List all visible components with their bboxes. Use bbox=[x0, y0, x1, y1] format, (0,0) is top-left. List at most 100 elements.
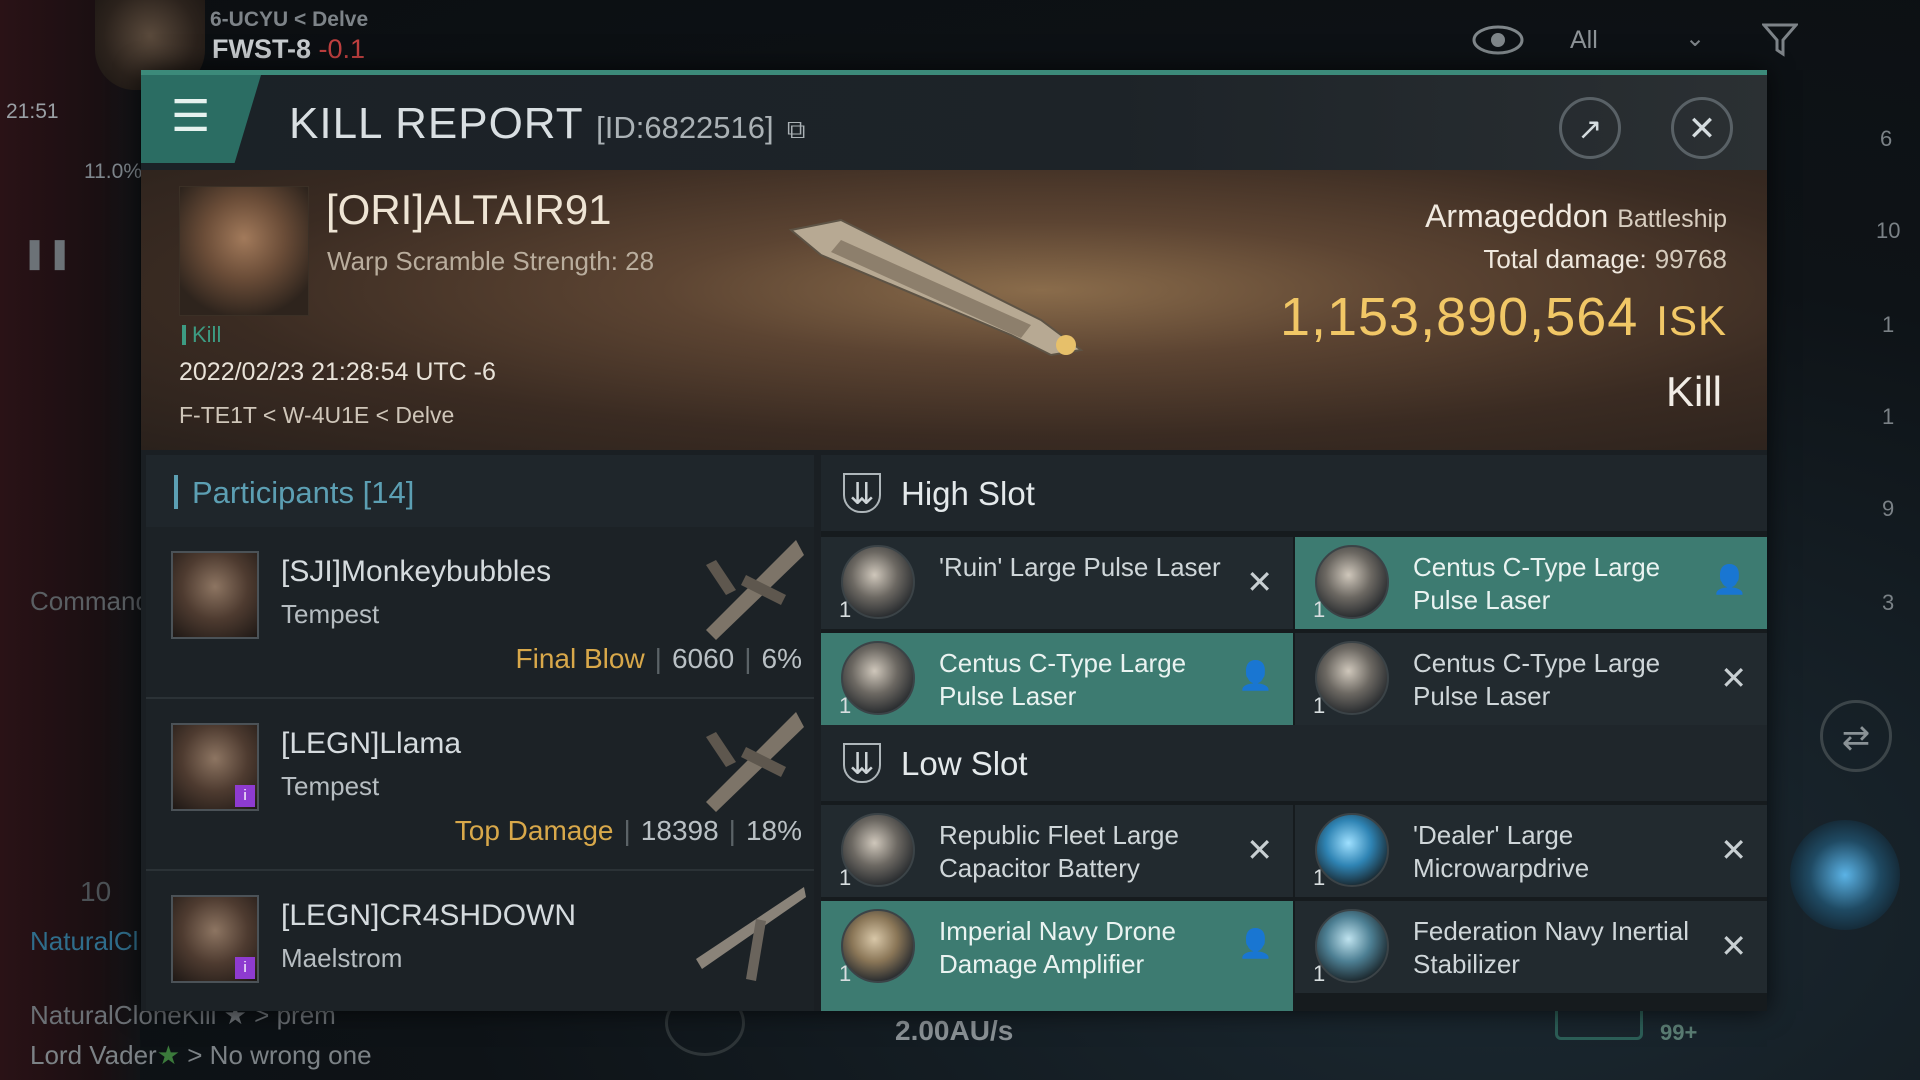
right-count-5: 9 bbox=[1882, 496, 1895, 521]
isk-value: 1,153,890,564 ISK bbox=[1280, 286, 1727, 348]
victim-ship[interactable]: Armageddon Battleship bbox=[1425, 198, 1727, 235]
low-slot-title: Low Slot bbox=[901, 745, 1028, 782]
isk-amount: 1,153,890,564 bbox=[1279, 287, 1639, 347]
high-slot-title: High Slot bbox=[901, 475, 1035, 512]
module-item[interactable]: 1 Republic Fleet Large Capacitor Battery… bbox=[821, 805, 1293, 897]
pulse-laser-icon bbox=[1315, 641, 1389, 715]
view-filter-select[interactable]: All bbox=[1570, 26, 1598, 55]
participant-ship-image bbox=[706, 540, 804, 640]
victim-name[interactable]: [ORI]ALTAIR91 bbox=[326, 186, 612, 234]
module-item[interactable]: 1 Centus C-Type Large Pulse Laser 👤 bbox=[821, 633, 1293, 725]
capacitor-battery-icon bbox=[841, 813, 915, 887]
module-item[interactable]: 1 Imperial Navy Drone Damage Amplifier 👤 bbox=[821, 901, 1293, 993]
eye-icon[interactable] bbox=[1470, 20, 1530, 60]
clock: 21:51 bbox=[6, 100, 59, 123]
participant-stats: Top Damage | 18398 | 18% bbox=[455, 815, 802, 847]
info-icon: i bbox=[235, 785, 255, 807]
pause-icon[interactable]: ❚❚ bbox=[22, 236, 72, 270]
module-quantity: 1 bbox=[839, 865, 852, 890]
low-slot-header: ⇊ Low Slot bbox=[821, 725, 1767, 801]
right-count-2: 10 bbox=[1876, 218, 1901, 243]
participant-ship-image bbox=[696, 887, 806, 981]
module-item[interactable]: 1 'Ruin' Large Pulse Laser ✕ bbox=[821, 537, 1293, 629]
participants-title: Participants [14] bbox=[174, 475, 414, 511]
dropped-person-icon: 👤 bbox=[1238, 660, 1273, 691]
swap-icon[interactable]: ⇄ bbox=[1820, 700, 1892, 772]
module-quantity: 1 bbox=[839, 961, 852, 986]
module-item[interactable]: 1 'Dealer' Large Microwarpdrive ✕ bbox=[1295, 805, 1767, 897]
pulse-laser-icon bbox=[841, 545, 915, 619]
participant-portrait[interactable]: i bbox=[171, 895, 259, 983]
module-item[interactable]: 1 Centus C-Type Large Pulse Laser 👤 bbox=[1295, 537, 1767, 629]
command-label: Command bbox=[30, 586, 150, 616]
participant-row[interactable]: [SJI]Monkeybubbles Tempest Final Blow | 60… bbox=[146, 527, 814, 699]
copy-icon[interactable]: ⧉ bbox=[787, 114, 807, 144]
divider: | bbox=[654, 643, 662, 674]
destroyed-icon: ✕ bbox=[1720, 928, 1747, 964]
participant-ship: Maelstrom bbox=[281, 943, 403, 973]
module-quantity: 1 bbox=[839, 693, 852, 718]
victim-portrait[interactable] bbox=[179, 186, 309, 316]
participant-ship: Tempest bbox=[281, 599, 380, 629]
module-quantity: 1 bbox=[1313, 597, 1326, 622]
kill-datetime: 2022/02/23 21:28:54 UTC -6 bbox=[179, 358, 496, 386]
participants-label: Participants bbox=[192, 475, 354, 510]
final-blow-tag: Final Blow bbox=[515, 643, 645, 674]
participant-ship: Tempest bbox=[281, 771, 380, 801]
system-region[interactable]: 6-UCYU < Delve bbox=[210, 8, 368, 32]
high-slot-icon: ⇊ bbox=[843, 473, 881, 513]
chat-text: > No wrong one bbox=[180, 1040, 372, 1070]
speed-readout: 2.00AU/s bbox=[895, 1015, 1014, 1046]
participant-damage: 6060 bbox=[671, 643, 735, 674]
security-status: -0.1 bbox=[318, 34, 366, 64]
microwarpdrive-icon bbox=[1315, 813, 1389, 887]
participants-header: Participants [14] bbox=[146, 455, 814, 527]
chevron-down-icon[interactable]: ⌄ bbox=[1685, 24, 1705, 53]
chat-name-natural: NaturalCl bbox=[30, 926, 139, 956]
system-name[interactable]: FWST-8 -0.1 bbox=[212, 34, 365, 65]
destroyed-icon: ✕ bbox=[1246, 832, 1273, 868]
ship-name: Armageddon bbox=[1425, 198, 1609, 234]
participants-count: [14] bbox=[362, 475, 415, 510]
participant-portrait[interactable] bbox=[171, 551, 259, 639]
notification-badge: 99+ bbox=[1660, 1020, 1698, 1045]
participant-name: [LEGN]Llama bbox=[281, 727, 462, 760]
participant-row[interactable]: i [LEGN]CR4SHDOWN Maelstrom bbox=[146, 871, 814, 1011]
high-slot-header: ⇊ High Slot bbox=[821, 455, 1767, 531]
kill-report-window: ☰ KILL REPORT [ID:6822516] ⧉ ↗ ✕ [ORI]AL… bbox=[141, 70, 1767, 1011]
right-count-6: 3 bbox=[1882, 590, 1895, 615]
right-count-3: 1 bbox=[1882, 312, 1895, 337]
module-item[interactable]: 1 Federation Navy Inertial Stabilizer ✕ bbox=[1295, 901, 1767, 993]
module-name: Republic Fleet Large Capacitor Battery bbox=[939, 820, 1179, 883]
participants-panel: Participants [14] [SJI]Monkeybubbles Tem… bbox=[146, 455, 814, 1011]
window-header: ☰ KILL REPORT [ID:6822516] ⧉ ↗ ✕ bbox=[141, 75, 1767, 170]
info-icon: i bbox=[235, 957, 255, 979]
participant-percent: 6% bbox=[761, 643, 802, 674]
filter-icon[interactable] bbox=[1762, 22, 1798, 58]
victim-ship-image bbox=[788, 218, 1084, 357]
module-name: Imperial Navy Drone Damage Amplifier bbox=[939, 916, 1176, 979]
pulse-laser-icon bbox=[841, 641, 915, 715]
module-quantity: 1 bbox=[1313, 693, 1326, 718]
kill-location[interactable]: F-TE1T < W-4U1E < Delve bbox=[179, 402, 454, 429]
close-button[interactable]: ✕ bbox=[1671, 97, 1733, 159]
participant-percent: 18% bbox=[745, 815, 802, 846]
divider: | bbox=[728, 815, 736, 846]
low-slot-icon: ⇊ bbox=[843, 743, 881, 783]
module-quantity: 1 bbox=[1313, 865, 1326, 890]
fitting-panel: ⇊ High Slot 1 'Ruin' Large Pulse Laser ✕… bbox=[821, 455, 1767, 1011]
next-module-partial[interactable] bbox=[821, 993, 1293, 1011]
module-quantity: 1 bbox=[1313, 961, 1326, 986]
participant-portrait[interactable]: i bbox=[171, 723, 259, 811]
warp-scramble-strength: Warp Scramble Strength: 28 bbox=[327, 246, 655, 276]
cargo-percent: 11.0% bbox=[84, 160, 142, 183]
right-count-1: 6 bbox=[1880, 126, 1893, 151]
destroyed-icon: ✕ bbox=[1720, 660, 1747, 696]
share-button[interactable]: ↗ bbox=[1559, 97, 1621, 159]
inertial-stabilizer-icon bbox=[1315, 909, 1389, 983]
participant-row[interactable]: i [LEGN]Llama Tempest Top Damage | 18398 | 1… bbox=[146, 699, 814, 871]
module-item[interactable]: 1 Centus C-Type Large Pulse Laser ✕ bbox=[1295, 633, 1767, 725]
propulsion-module-icon[interactable] bbox=[1790, 820, 1900, 930]
menu-button[interactable]: ☰ bbox=[141, 75, 261, 163]
module-name: Centus C-Type Large Pulse Laser bbox=[1413, 648, 1661, 711]
